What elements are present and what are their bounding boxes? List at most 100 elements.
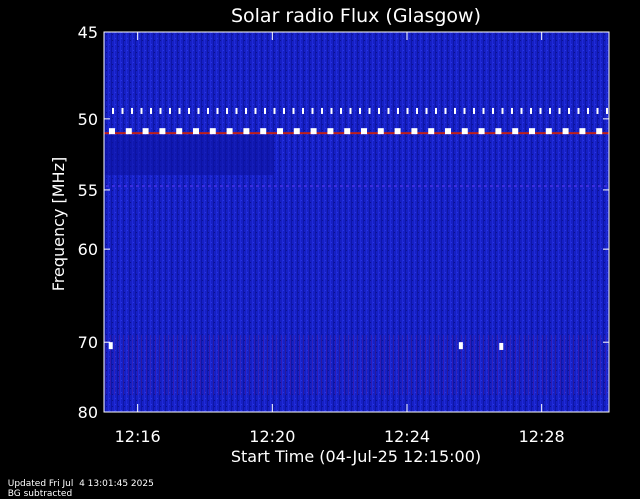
- interference-dash: [406, 107, 409, 114]
- interference-dash: [549, 107, 551, 114]
- interference-dash: [277, 128, 283, 135]
- interference-dash: [545, 128, 552, 135]
- interference-dash: [387, 107, 390, 114]
- interference-dash: [349, 107, 352, 114]
- interference-dash: [310, 128, 317, 135]
- interference-dash: [501, 107, 504, 114]
- interference-dash: [344, 128, 351, 135]
- interference-dash: [169, 107, 171, 114]
- interference-dash: [142, 185, 145, 188]
- interference-dash: [238, 185, 241, 188]
- spectrogram-chart: 45 50 55 60 70 80 12:16 12:20 12:24 12:28 Solar …: [49, 5, 610, 466]
- y-tick-label: 60: [78, 240, 98, 259]
- interference-dash: [190, 185, 193, 188]
- interference-dash: [544, 185, 547, 188]
- interference-dash: [304, 185, 307, 188]
- interference-dash: [364, 185, 367, 188]
- interference-dash: [226, 185, 229, 188]
- interference-dash: [444, 107, 447, 114]
- interference-dash: [293, 128, 300, 135]
- interference-dash: [424, 185, 427, 188]
- y-tick-label: 80: [78, 403, 98, 422]
- interference-dash: [232, 185, 235, 188]
- interference-dash: [436, 185, 439, 188]
- interference-dash: [454, 185, 457, 188]
- interference-dash: [378, 107, 380, 114]
- interference-dash: [430, 185, 433, 188]
- interference-dash: [484, 185, 487, 188]
- interference-dash: [596, 128, 603, 135]
- x-tick-label: 12:20: [249, 427, 295, 446]
- interference-dash: [394, 185, 397, 188]
- interference-dash: [445, 128, 451, 135]
- upper-dark-region: [104, 135, 274, 175]
- interference-dash: [514, 185, 517, 188]
- lower-band-stripes: [104, 335, 609, 395]
- interference-dash: [216, 107, 219, 114]
- interference-dash: [361, 128, 367, 135]
- interference-dash: [562, 128, 569, 135]
- interference-dash: [352, 185, 355, 188]
- interference-dash: [466, 185, 469, 188]
- interference-dash: [193, 128, 199, 135]
- interference-dash: [400, 185, 403, 188]
- interference-dash: [568, 107, 570, 114]
- interference-dash: [359, 107, 361, 114]
- interference-dash: [568, 185, 571, 188]
- x-axis-label: Start Time (04-Jul-25 12:15:00): [231, 447, 481, 466]
- interference-dash: [283, 107, 285, 114]
- interference-dash: [118, 185, 121, 188]
- y-tick-label: 50: [78, 110, 98, 129]
- interference-dash: [406, 185, 409, 188]
- interference-dash: [478, 128, 485, 135]
- interference-dash: [109, 128, 115, 135]
- updated-timestamp: Updated Fri Jul 4 13:01:45 2025: [7, 479, 154, 489]
- interference-dash: [159, 107, 162, 114]
- interference-dash: [142, 128, 149, 135]
- interference-dash: [311, 107, 314, 114]
- y-tick-label: 45: [78, 23, 98, 42]
- interference-dash: [340, 185, 343, 188]
- interference-dash: [243, 128, 250, 135]
- interference-dash: [604, 185, 607, 188]
- interference-dash: [428, 128, 435, 135]
- interference-dash: [140, 107, 143, 114]
- interference-dash: [310, 185, 313, 188]
- interference-dash: [214, 185, 217, 188]
- interference-dash: [587, 107, 589, 114]
- interference-dash: [178, 185, 181, 188]
- interference-dash: [256, 185, 259, 188]
- interference-dash: [245, 107, 247, 114]
- interference-dash: [562, 185, 565, 188]
- interference-dash: [124, 185, 127, 188]
- interference-dash: [321, 107, 323, 114]
- interference-dash: [150, 107, 152, 114]
- x-tick-label: 12:16: [115, 427, 161, 446]
- interference-dash: [286, 185, 289, 188]
- interference-dash: [425, 107, 428, 114]
- interference-dash: [435, 107, 437, 114]
- interference-dash: [148, 185, 151, 188]
- interference-dash: [530, 107, 532, 114]
- background-note: BG subtracted: [7, 489, 73, 499]
- interference-dash: [268, 185, 271, 188]
- interference-dash: [377, 128, 384, 135]
- interference-dash: [298, 185, 301, 188]
- interference-dash: [264, 107, 266, 114]
- interference-dash: [172, 185, 175, 188]
- interference-dash: [106, 185, 109, 188]
- burst-marker: [108, 342, 113, 350]
- interference-dash: [492, 107, 494, 114]
- interference-dash: [280, 185, 283, 188]
- interference-dash: [580, 185, 583, 188]
- interference-dash: [292, 185, 295, 188]
- interference-dash: [196, 185, 199, 188]
- interference-dash: [207, 107, 209, 114]
- interference-dash: [226, 128, 233, 135]
- interference-dash: [472, 185, 475, 188]
- interference-dash: [334, 185, 337, 188]
- interference-dash: [235, 107, 238, 114]
- interference-dash: [160, 185, 163, 188]
- interference-dash: [520, 107, 523, 114]
- chart-title: Solar radio Flux (Glasgow): [231, 5, 481, 27]
